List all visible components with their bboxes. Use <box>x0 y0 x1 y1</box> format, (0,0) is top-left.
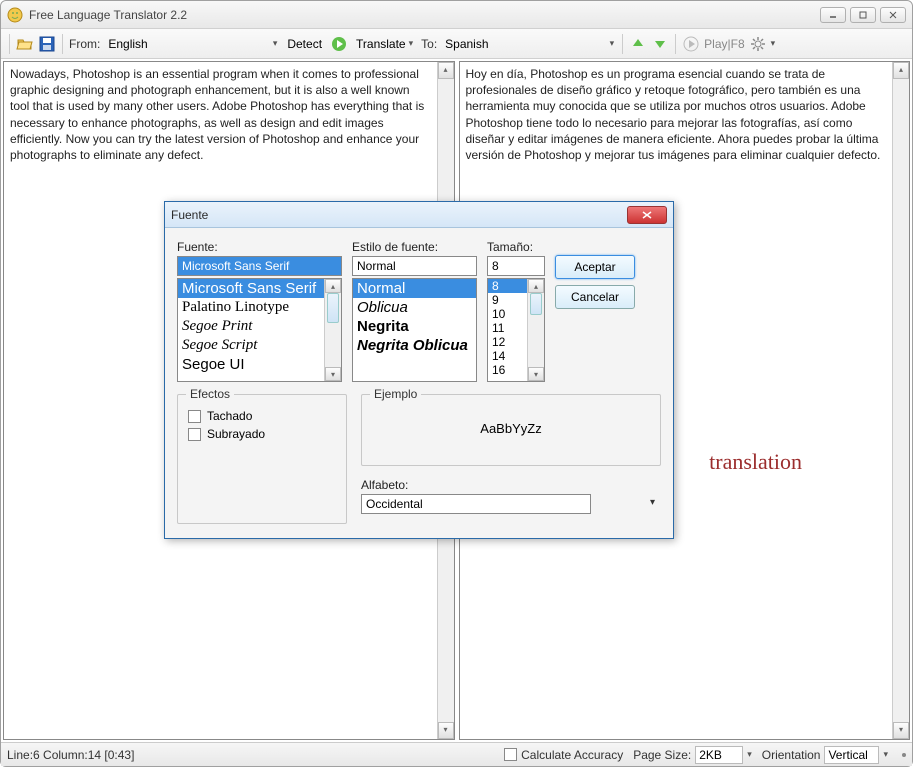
style-option[interactable]: Negrita Oblicua <box>353 336 476 355</box>
cancel-button[interactable]: Cancelar <box>555 285 635 309</box>
resize-grip-icon[interactable] <box>902 753 906 757</box>
chevron-down-icon[interactable]: ▾ <box>747 749 752 760</box>
orientation-label: Orientation <box>762 748 821 762</box>
scroll-down-icon[interactable]: ▾ <box>438 722 454 739</box>
app-title: Free Language Translator 2.2 <box>29 8 820 22</box>
translate-play-icon[interactable] <box>330 35 348 53</box>
dialog-title: Fuente <box>171 208 627 222</box>
play-label: Play|F8 <box>704 37 744 51</box>
toolbar: From: Detect Translate ▾ To: Play|F8 <box>1 29 912 59</box>
font-dialog: Fuente Fuente: Microsoft Sans Serif Pala… <box>164 201 674 539</box>
to-language-select[interactable] <box>441 35 616 53</box>
size-list-scrollbar[interactable]: ▴▾ <box>527 279 544 381</box>
style-list[interactable]: Normal Oblicua Negrita Negrita Oblicua <box>352 278 477 382</box>
maximize-button[interactable] <box>850 7 876 23</box>
scroll-down-icon[interactable]: ▾ <box>893 722 909 739</box>
to-label: To: <box>421 37 437 51</box>
orientation-input[interactable] <box>824 746 879 764</box>
style-option[interactable]: Oblicua <box>353 298 476 317</box>
arrow-up-icon[interactable] <box>629 35 647 53</box>
minimize-button[interactable] <box>820 7 846 23</box>
size-label: Tamaño: <box>487 240 545 254</box>
font-option[interactable]: Palatino Linotype <box>178 298 341 317</box>
open-icon[interactable] <box>16 35 34 53</box>
size-input[interactable] <box>487 256 545 276</box>
gear-chevron-icon[interactable]: ▾ <box>771 38 776 49</box>
play-audio-icon[interactable] <box>682 35 700 53</box>
dialog-titlebar: Fuente <box>165 202 673 228</box>
font-name-input[interactable] <box>177 256 342 276</box>
cursor-position: Line:6 Column:14 [0:43] <box>7 748 134 762</box>
alphabet-select[interactable] <box>361 494 591 514</box>
arrow-down-icon[interactable] <box>651 35 669 53</box>
main-window: Free Language Translator 2.2 From: Detec… <box>0 0 913 767</box>
gear-icon[interactable] <box>749 35 767 53</box>
titlebar: Free Language Translator 2.2 <box>1 1 912 29</box>
effects-label: Efectos <box>186 387 234 401</box>
underline-checkbox[interactable]: Subrayado <box>188 427 336 441</box>
font-option[interactable]: Microsoft Sans Serif <box>178 279 341 298</box>
calculate-accuracy-checkbox[interactable]: Calculate Accuracy <box>504 748 623 762</box>
target-scrollbar[interactable]: ▴ ▾ <box>892 62 909 739</box>
chevron-down-icon: ▾ <box>409 38 414 49</box>
page-size-input[interactable] <box>695 746 743 764</box>
font-list-scrollbar[interactable]: ▴▾ <box>324 279 341 381</box>
translate-button[interactable]: Translate ▾ <box>352 35 417 53</box>
style-option[interactable]: Normal <box>353 279 476 298</box>
sample-text: AaBbYyZz <box>372 405 650 452</box>
app-icon <box>7 7 23 23</box>
target-text[interactable]: Hoy en día, Photoshop es un programa ese… <box>466 66 904 163</box>
style-label: Estilo de fuente: <box>352 240 477 254</box>
dialog-close-button[interactable] <box>627 206 667 224</box>
font-label: Fuente: <box>177 240 342 254</box>
close-button[interactable] <box>880 7 906 23</box>
sample-label: Ejemplo <box>370 387 421 401</box>
font-list[interactable]: Microsoft Sans Serif Palatino Linotype S… <box>177 278 342 382</box>
chevron-down-icon[interactable]: ▾ <box>883 749 888 760</box>
scroll-up-icon[interactable]: ▴ <box>893 62 909 79</box>
font-option[interactable]: Segoe UI <box>178 355 341 374</box>
detect-button[interactable]: Detect <box>283 35 326 53</box>
from-label: From: <box>69 37 100 51</box>
font-option[interactable]: Segoe Script <box>178 336 341 355</box>
alphabet-label: Alfabeto: <box>361 478 661 492</box>
scroll-up-icon[interactable]: ▴ <box>438 62 454 79</box>
page-size-label: Page Size: <box>633 748 691 762</box>
style-option[interactable]: Negrita <box>353 317 476 336</box>
size-list[interactable]: 8 9 10 11 12 14 16 ▴▾ <box>487 278 545 382</box>
source-text[interactable]: Nowadays, Photoshop is an essential prog… <box>10 66 448 163</box>
ok-button[interactable]: Aceptar <box>555 255 635 279</box>
style-input[interactable] <box>352 256 477 276</box>
from-language-select[interactable] <box>104 35 279 53</box>
statusbar: Line:6 Column:14 [0:43] Calculate Accura… <box>1 742 912 766</box>
strikethrough-checkbox[interactable]: Tachado <box>188 409 336 423</box>
font-option[interactable]: Segoe Print <box>178 317 341 336</box>
save-icon[interactable] <box>38 35 56 53</box>
